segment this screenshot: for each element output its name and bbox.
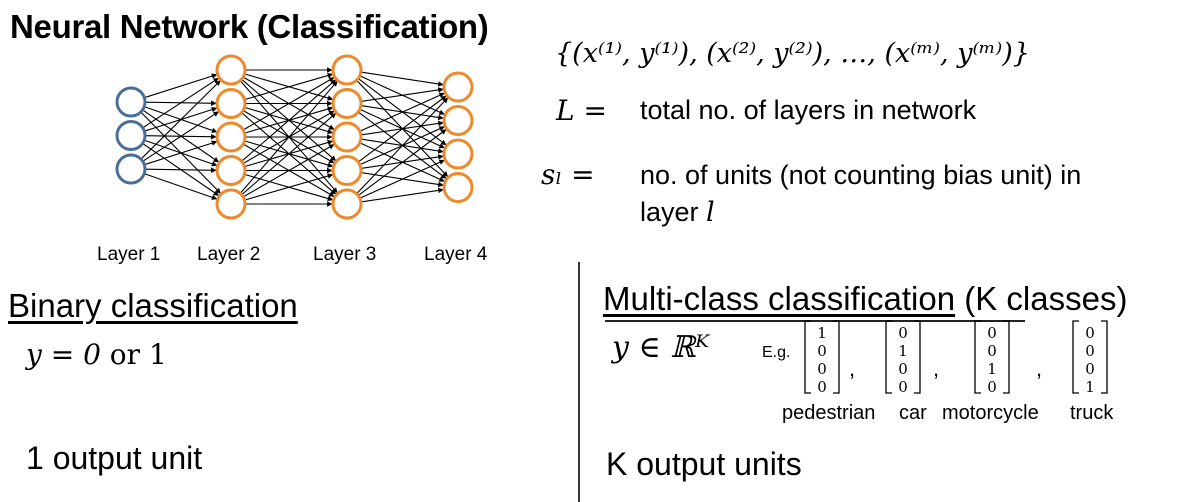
- layer-4-label: Layer 4: [424, 244, 488, 265]
- L-definition: total no. of layers in network: [640, 95, 977, 125]
- network-diagram: [115, 54, 474, 220]
- network-edge: [359, 159, 445, 199]
- multiclass-heading: Multi-class classification (K classes): [603, 280, 1128, 317]
- binary-heading: Binary classification: [8, 287, 298, 324]
- binary-formula: y = 0 or 1: [26, 338, 167, 371]
- layer-2-label: Layer 2: [197, 244, 261, 265]
- label-truck: truck: [1070, 402, 1114, 424]
- layer-1-unit: [115, 86, 147, 118]
- layer-2-unit: [215, 121, 247, 153]
- layer-2-unit: [215, 54, 247, 86]
- layer-3-unit: [331, 155, 363, 186]
- vector-separator: ,: [849, 356, 856, 381]
- eg-label: E.g.: [762, 344, 791, 361]
- layer-3-unit: [331, 188, 363, 220]
- layer-4-unit: [442, 71, 474, 103]
- layer-1-unit: [115, 120, 147, 151]
- multiclass-formula: y ∈ ℝᴷ: [612, 330, 710, 365]
- s-l-definition-line1: no. of units (not counting bias unit) in: [640, 160, 1082, 190]
- binary-output: 1 output unit: [26, 440, 203, 476]
- layer-4-unit: [442, 138, 474, 170]
- layer-4-unit: [442, 172, 474, 203]
- multiclass-output: K output units: [606, 446, 802, 482]
- network-edge: [359, 92, 445, 132]
- s-l-symbol: sₗ =: [541, 158, 595, 191]
- vector-separator: ,: [1036, 356, 1043, 381]
- vector-car-entry-3: 0: [898, 360, 908, 378]
- training-set-formula: {(x⁽¹⁾, y⁽¹⁾), (x⁽²⁾, y⁽²⁾), …, (x⁽ᵐ⁾, y…: [555, 38, 1030, 69]
- vector-truck: 0 0 0 1: [1072, 320, 1108, 396]
- vector-pedestrian-entry-2: 0: [817, 342, 827, 360]
- network-edge: [360, 187, 444, 203]
- label-motorcycle: motorcycle: [942, 402, 1039, 424]
- vector-motorcycle: 0 0 1 0: [974, 320, 1010, 396]
- layer-1-label: Layer 1: [97, 244, 161, 265]
- section-divider: [578, 262, 580, 502]
- vector-pedestrian: 1 0 0 0: [804, 320, 840, 396]
- L-symbol: L =: [556, 94, 607, 127]
- layer-3-unit: [331, 54, 363, 86]
- vector-pedestrian-entry-3: 0: [817, 360, 827, 378]
- vector-pedestrian-entry-4: 0: [817, 378, 827, 396]
- vector-motorcycle-entry-1: 0: [987, 324, 997, 342]
- vector-motorcycle-entry-4: 0: [987, 378, 997, 396]
- network-edges: [140, 67, 449, 207]
- vector-car-entry-4: 0: [898, 378, 908, 396]
- layer-2-unit: [215, 88, 247, 119]
- layer-2-unit: [215, 155, 247, 186]
- network-edge: [357, 95, 447, 163]
- layer-3-unit: [331, 88, 363, 119]
- vector-motorcycle-entry-3: 1: [987, 360, 997, 378]
- vector-car-entry-2: 1: [898, 342, 908, 360]
- network-edge: [357, 129, 447, 197]
- layer-3-label: Layer 3: [313, 244, 377, 265]
- s-l-definition-line2: layer l: [640, 197, 715, 228]
- vector-pedestrian-entry-1: 1: [817, 324, 827, 342]
- vector-separator: ,: [933, 356, 940, 381]
- vector-truck-entry-4: 1: [1085, 378, 1095, 396]
- layer-2-unit: [215, 188, 247, 220]
- network-edge: [360, 71, 444, 87]
- vector-truck-entry-1: 0: [1085, 324, 1095, 342]
- network-edge: [144, 167, 217, 173]
- vector-truck-entry-2: 0: [1085, 342, 1095, 360]
- label-car: car: [899, 402, 927, 424]
- label-pedestrian: pedestrian: [782, 402, 876, 424]
- layer-var-l: l: [706, 197, 715, 228]
- network-edge: [140, 80, 221, 160]
- layer-3-unit: [331, 121, 363, 153]
- layer-1-unit: [115, 153, 147, 185]
- vector-car: 0 1 0 0: [885, 320, 921, 396]
- vector-car-entry-1: 0: [898, 324, 908, 342]
- layer-4-unit: [442, 105, 474, 136]
- vector-motorcycle-entry-2: 0: [987, 342, 997, 360]
- vector-truck-entry-3: 0: [1085, 360, 1095, 378]
